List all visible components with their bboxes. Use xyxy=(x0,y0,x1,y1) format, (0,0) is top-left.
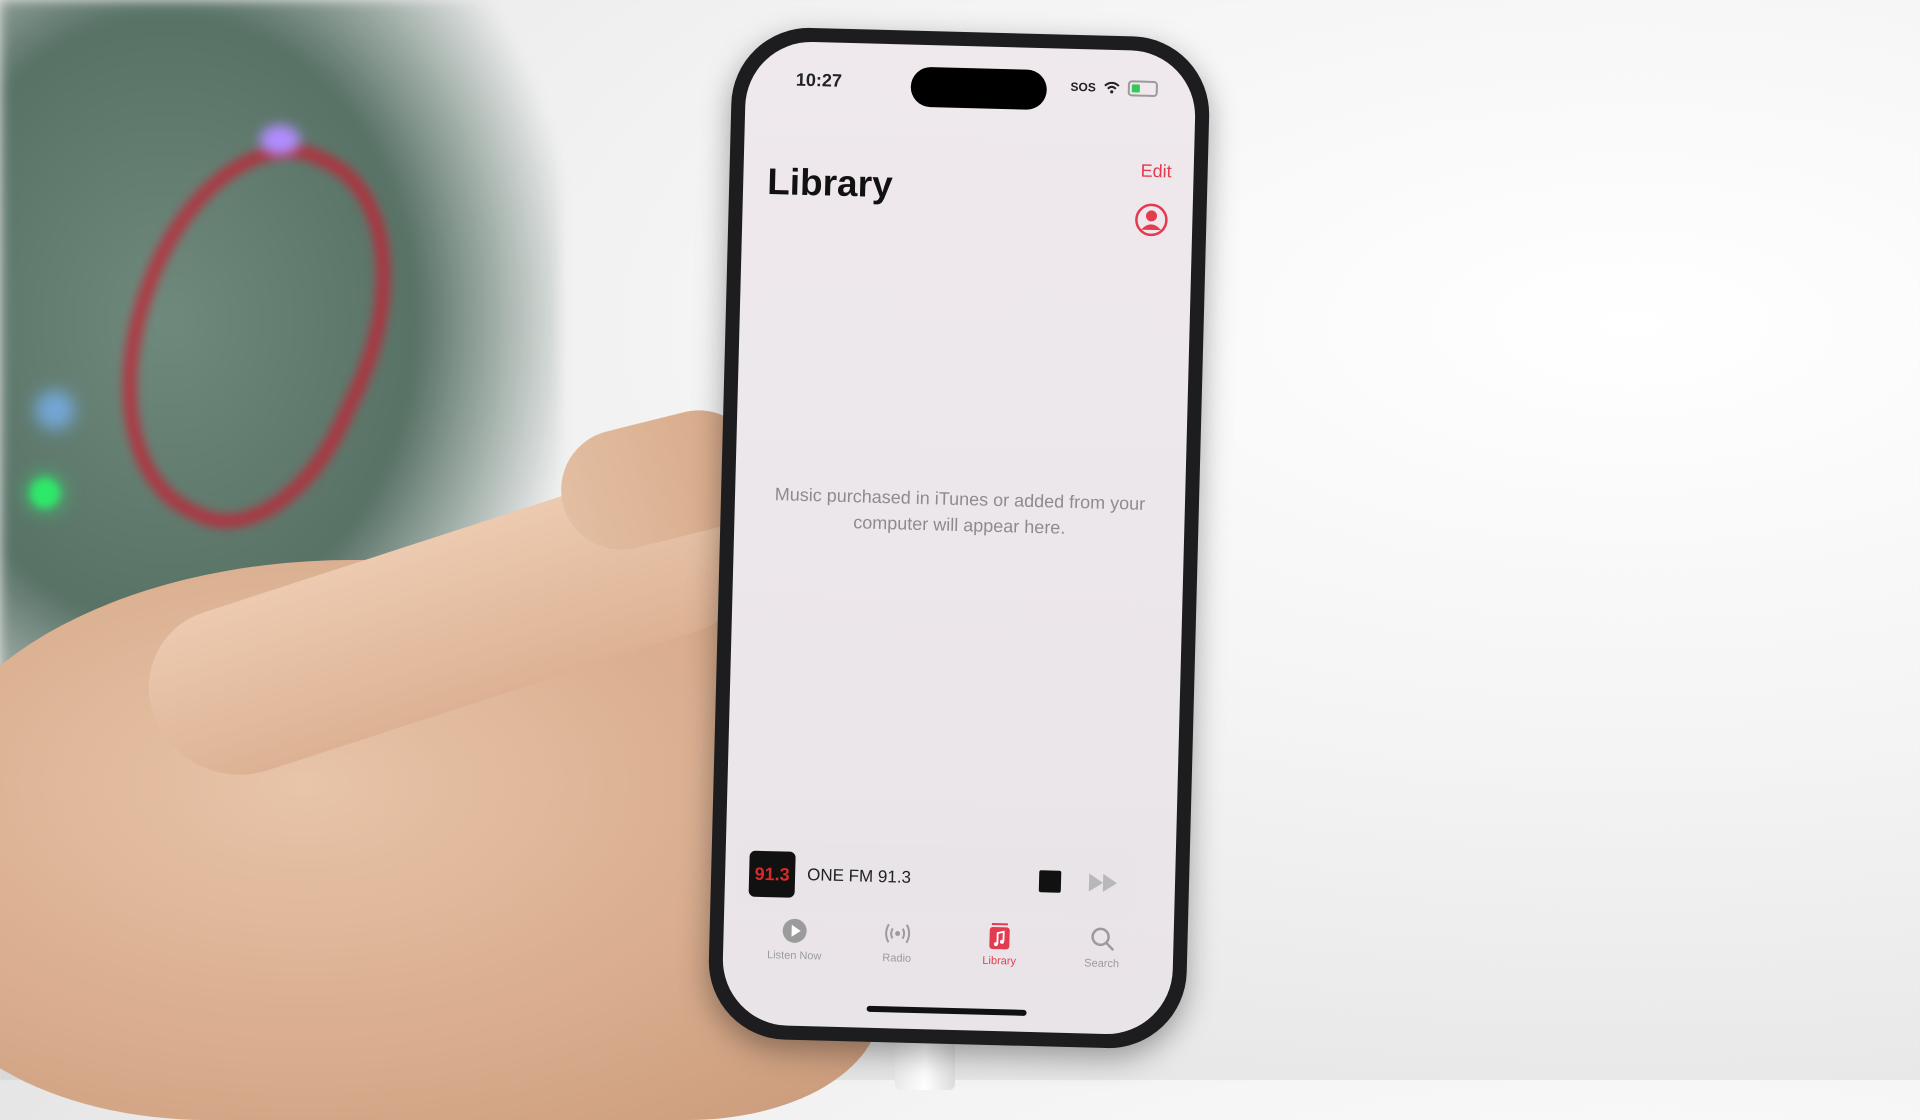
play-circle-icon xyxy=(782,918,807,943)
background-light xyxy=(30,478,60,508)
music-note-icon xyxy=(989,923,1010,950)
battery-icon xyxy=(1127,80,1159,98)
search-icon xyxy=(1091,927,1114,952)
empty-library-message: Music purchased in iTunes or added from … xyxy=(774,484,1146,538)
status-time: 10:27 xyxy=(795,69,843,91)
tab-bar: Listen Now Radio Library Search xyxy=(722,914,1174,1006)
tab-label: Radio xyxy=(882,952,912,965)
tab-library[interactable]: Library xyxy=(953,920,1045,1002)
page-title: Library xyxy=(766,160,894,206)
tab-radio[interactable]: Radio xyxy=(851,917,943,999)
radio-waves-icon xyxy=(884,923,910,944)
stop-button[interactable] xyxy=(1038,870,1062,893)
phone: 10:27 SOS Edit Library Music purchased i… xyxy=(706,25,1212,1051)
tab-search[interactable]: Search xyxy=(1056,923,1148,1005)
tab-label: Listen Now xyxy=(766,949,822,963)
home-indicator[interactable] xyxy=(866,1005,1027,1016)
account-icon[interactable] xyxy=(1134,202,1169,237)
edit-button[interactable]: Edit xyxy=(1140,161,1172,183)
station-name: ONE FM 91.3 xyxy=(806,865,912,887)
tab-label: Library xyxy=(982,954,1017,968)
background-light xyxy=(35,390,75,430)
dynamic-island xyxy=(910,66,1048,111)
wifi-icon xyxy=(1104,81,1120,94)
forward-icon[interactable] xyxy=(1087,871,1122,894)
tab-label: Search xyxy=(1084,957,1120,971)
carrier-label: SOS xyxy=(1070,79,1097,95)
station-artwork: 91.3 xyxy=(748,850,796,898)
tab-listen-now[interactable]: Listen Now xyxy=(748,915,840,997)
now-playing-bar[interactable]: 91.3 ONE FM 91.3 xyxy=(736,840,1136,917)
status-icons: SOS xyxy=(1070,79,1159,98)
background-light xyxy=(260,125,300,155)
phone-screen: 10:27 SOS Edit Library Music purchased i… xyxy=(721,40,1197,1036)
